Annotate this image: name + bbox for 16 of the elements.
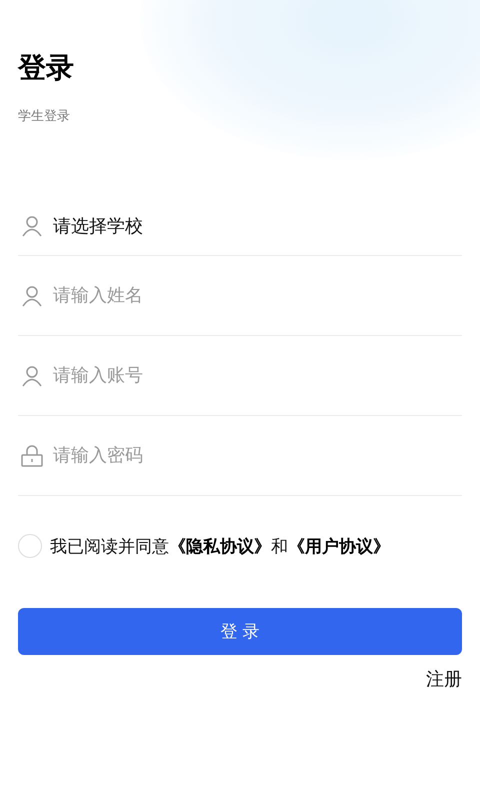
user-icon — [21, 364, 43, 386]
user-icon — [21, 284, 43, 306]
user-icon — [21, 214, 43, 236]
page-subtitle: 学生登录 — [18, 108, 71, 126]
agreement-link[interactable]: 《隐私协议》 — [169, 536, 271, 556]
input-field[interactable]: 请选择学校 — [53, 215, 462, 236]
login-button[interactable]: 登 录 — [18, 608, 462, 655]
input-field[interactable]: 请输入密码 — [53, 445, 462, 466]
input-field[interactable]: 请输入账号 — [53, 365, 462, 386]
lock-icon — [21, 444, 43, 466]
input-field[interactable]: 请输入姓名 — [53, 285, 462, 306]
register-link[interactable]: 注册 — [426, 667, 462, 691]
agreement-text: 我已阅读并同意《隐私协议》和《用户协议》 — [50, 536, 390, 558]
agreement-checkbox[interactable] — [18, 534, 42, 558]
agreement-link[interactable]: 《用户协议》 — [288, 536, 390, 556]
page-title: 登录 — [18, 50, 75, 86]
